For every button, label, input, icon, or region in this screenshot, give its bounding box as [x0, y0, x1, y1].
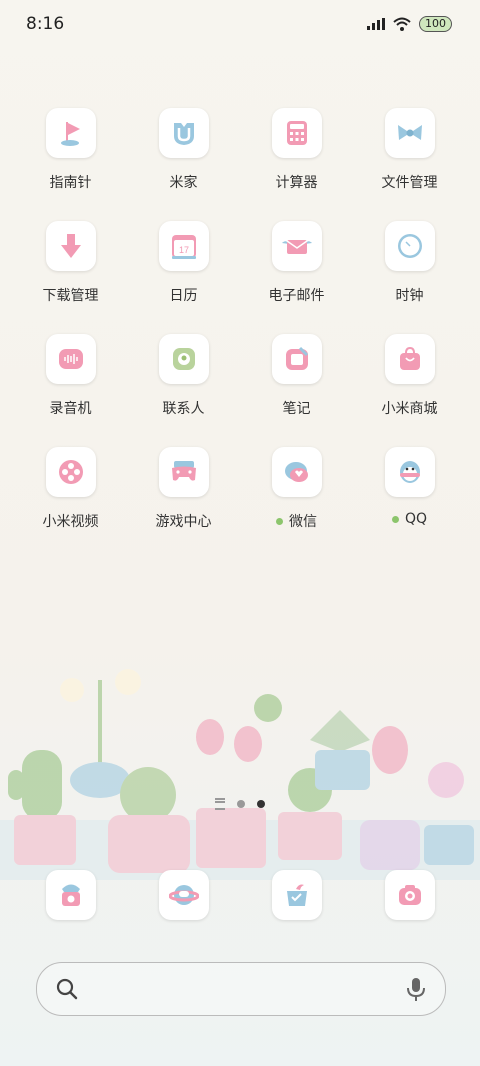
- phone-icon: [61, 884, 80, 906]
- signal-icon: [367, 18, 385, 30]
- app-contacts[interactable]: 联系人: [127, 334, 240, 422]
- search-icon[interactable]: [55, 977, 79, 1001]
- calculator-icon: [286, 121, 307, 145]
- calendar-date: 17: [178, 245, 188, 255]
- notes-icon: [285, 346, 308, 370]
- gamepad-icon: [171, 461, 196, 481]
- app-grid: 指南针 米家 计算器 文件管理 下载管理 17 日历 电子邮件 时钟 录音机 联…: [14, 108, 466, 535]
- app-label: 时钟: [395, 288, 424, 304]
- app-game-center[interactable]: 游戏中心: [127, 447, 240, 535]
- app-files[interactable]: 文件管理: [353, 108, 466, 196]
- page-list-icon: [215, 798, 225, 810]
- message-planet-icon: [168, 885, 199, 905]
- app-clock[interactable]: 时钟: [353, 221, 466, 309]
- dock-camera[interactable]: [384, 870, 435, 920]
- page-dot-active: [257, 800, 265, 808]
- app-mi-store[interactable]: 小米商城: [353, 334, 466, 422]
- video-reel-icon: [58, 460, 83, 484]
- app-label: 米家: [169, 175, 198, 191]
- app-label: 录音机: [49, 401, 92, 417]
- wechat-icon: [284, 462, 308, 482]
- bow-folder-icon: [397, 125, 422, 140]
- shopping-bag-icon: [399, 346, 420, 370]
- dock-phone[interactable]: [45, 870, 96, 920]
- app-downloads[interactable]: 下载管理: [14, 221, 127, 309]
- app-label: 笔记: [282, 401, 311, 417]
- recorder-icon: [58, 349, 83, 369]
- dock-messages[interactable]: [158, 870, 209, 920]
- app-compass[interactable]: 指南针: [14, 108, 127, 196]
- browser-box-icon: [286, 884, 307, 906]
- app-label: 联系人: [162, 401, 205, 417]
- page-indicator[interactable]: [0, 798, 480, 810]
- app-label: 微信: [276, 511, 317, 531]
- app-recorder[interactable]: 录音机: [14, 334, 127, 422]
- qq-penguin-icon: [399, 461, 420, 483]
- status-time: 8:16: [26, 14, 65, 34]
- app-wechat[interactable]: 微信: [240, 447, 353, 535]
- app-email[interactable]: 电子邮件: [240, 221, 353, 309]
- page-dot: [237, 800, 245, 808]
- app-label: 电子邮件: [268, 288, 325, 304]
- app-label: 文件管理: [381, 175, 438, 191]
- mijia-icon: [173, 123, 194, 145]
- app-label-text: 微信: [289, 514, 317, 530]
- new-install-dot: [391, 515, 399, 523]
- app-qq[interactable]: QQ: [353, 447, 466, 535]
- contacts-icon: [172, 348, 195, 370]
- app-label: 下载管理: [42, 288, 99, 304]
- battery-indicator: 100: [419, 16, 452, 32]
- app-notes[interactable]: 笔记: [240, 334, 353, 422]
- app-label: 指南针: [49, 175, 92, 191]
- camera-icon: [398, 885, 421, 905]
- wifi-icon: [393, 17, 411, 31]
- app-label: 游戏中心: [155, 514, 212, 530]
- microphone-icon[interactable]: [405, 976, 427, 1002]
- wallpaper-plants-illustration: [0, 669, 480, 880]
- app-label: 小米商城: [381, 401, 438, 417]
- app-calculator[interactable]: 计算器: [240, 108, 353, 196]
- app-mi-video[interactable]: 小米视频: [14, 447, 127, 535]
- app-label: 计算器: [275, 175, 318, 191]
- dock-browser[interactable]: [271, 870, 322, 920]
- envelope-icon: [281, 240, 312, 254]
- app-calendar[interactable]: 17 日历: [127, 221, 240, 309]
- app-label-text: QQ: [404, 511, 428, 527]
- new-install-dot: [276, 517, 283, 525]
- dock: [14, 870, 466, 920]
- status-bar: 8:16 100: [0, 0, 480, 50]
- compass-flag-icon: [60, 122, 80, 146]
- search-bar[interactable]: [36, 962, 446, 1016]
- clock-icon: [397, 234, 422, 258]
- app-mijia[interactable]: 米家: [127, 108, 240, 196]
- app-label: QQ: [391, 511, 428, 527]
- calendar-icon: 17: [171, 235, 196, 259]
- app-label: 小米视频: [42, 514, 99, 530]
- app-label: 日历: [169, 288, 198, 304]
- download-arrow-icon: [60, 234, 81, 258]
